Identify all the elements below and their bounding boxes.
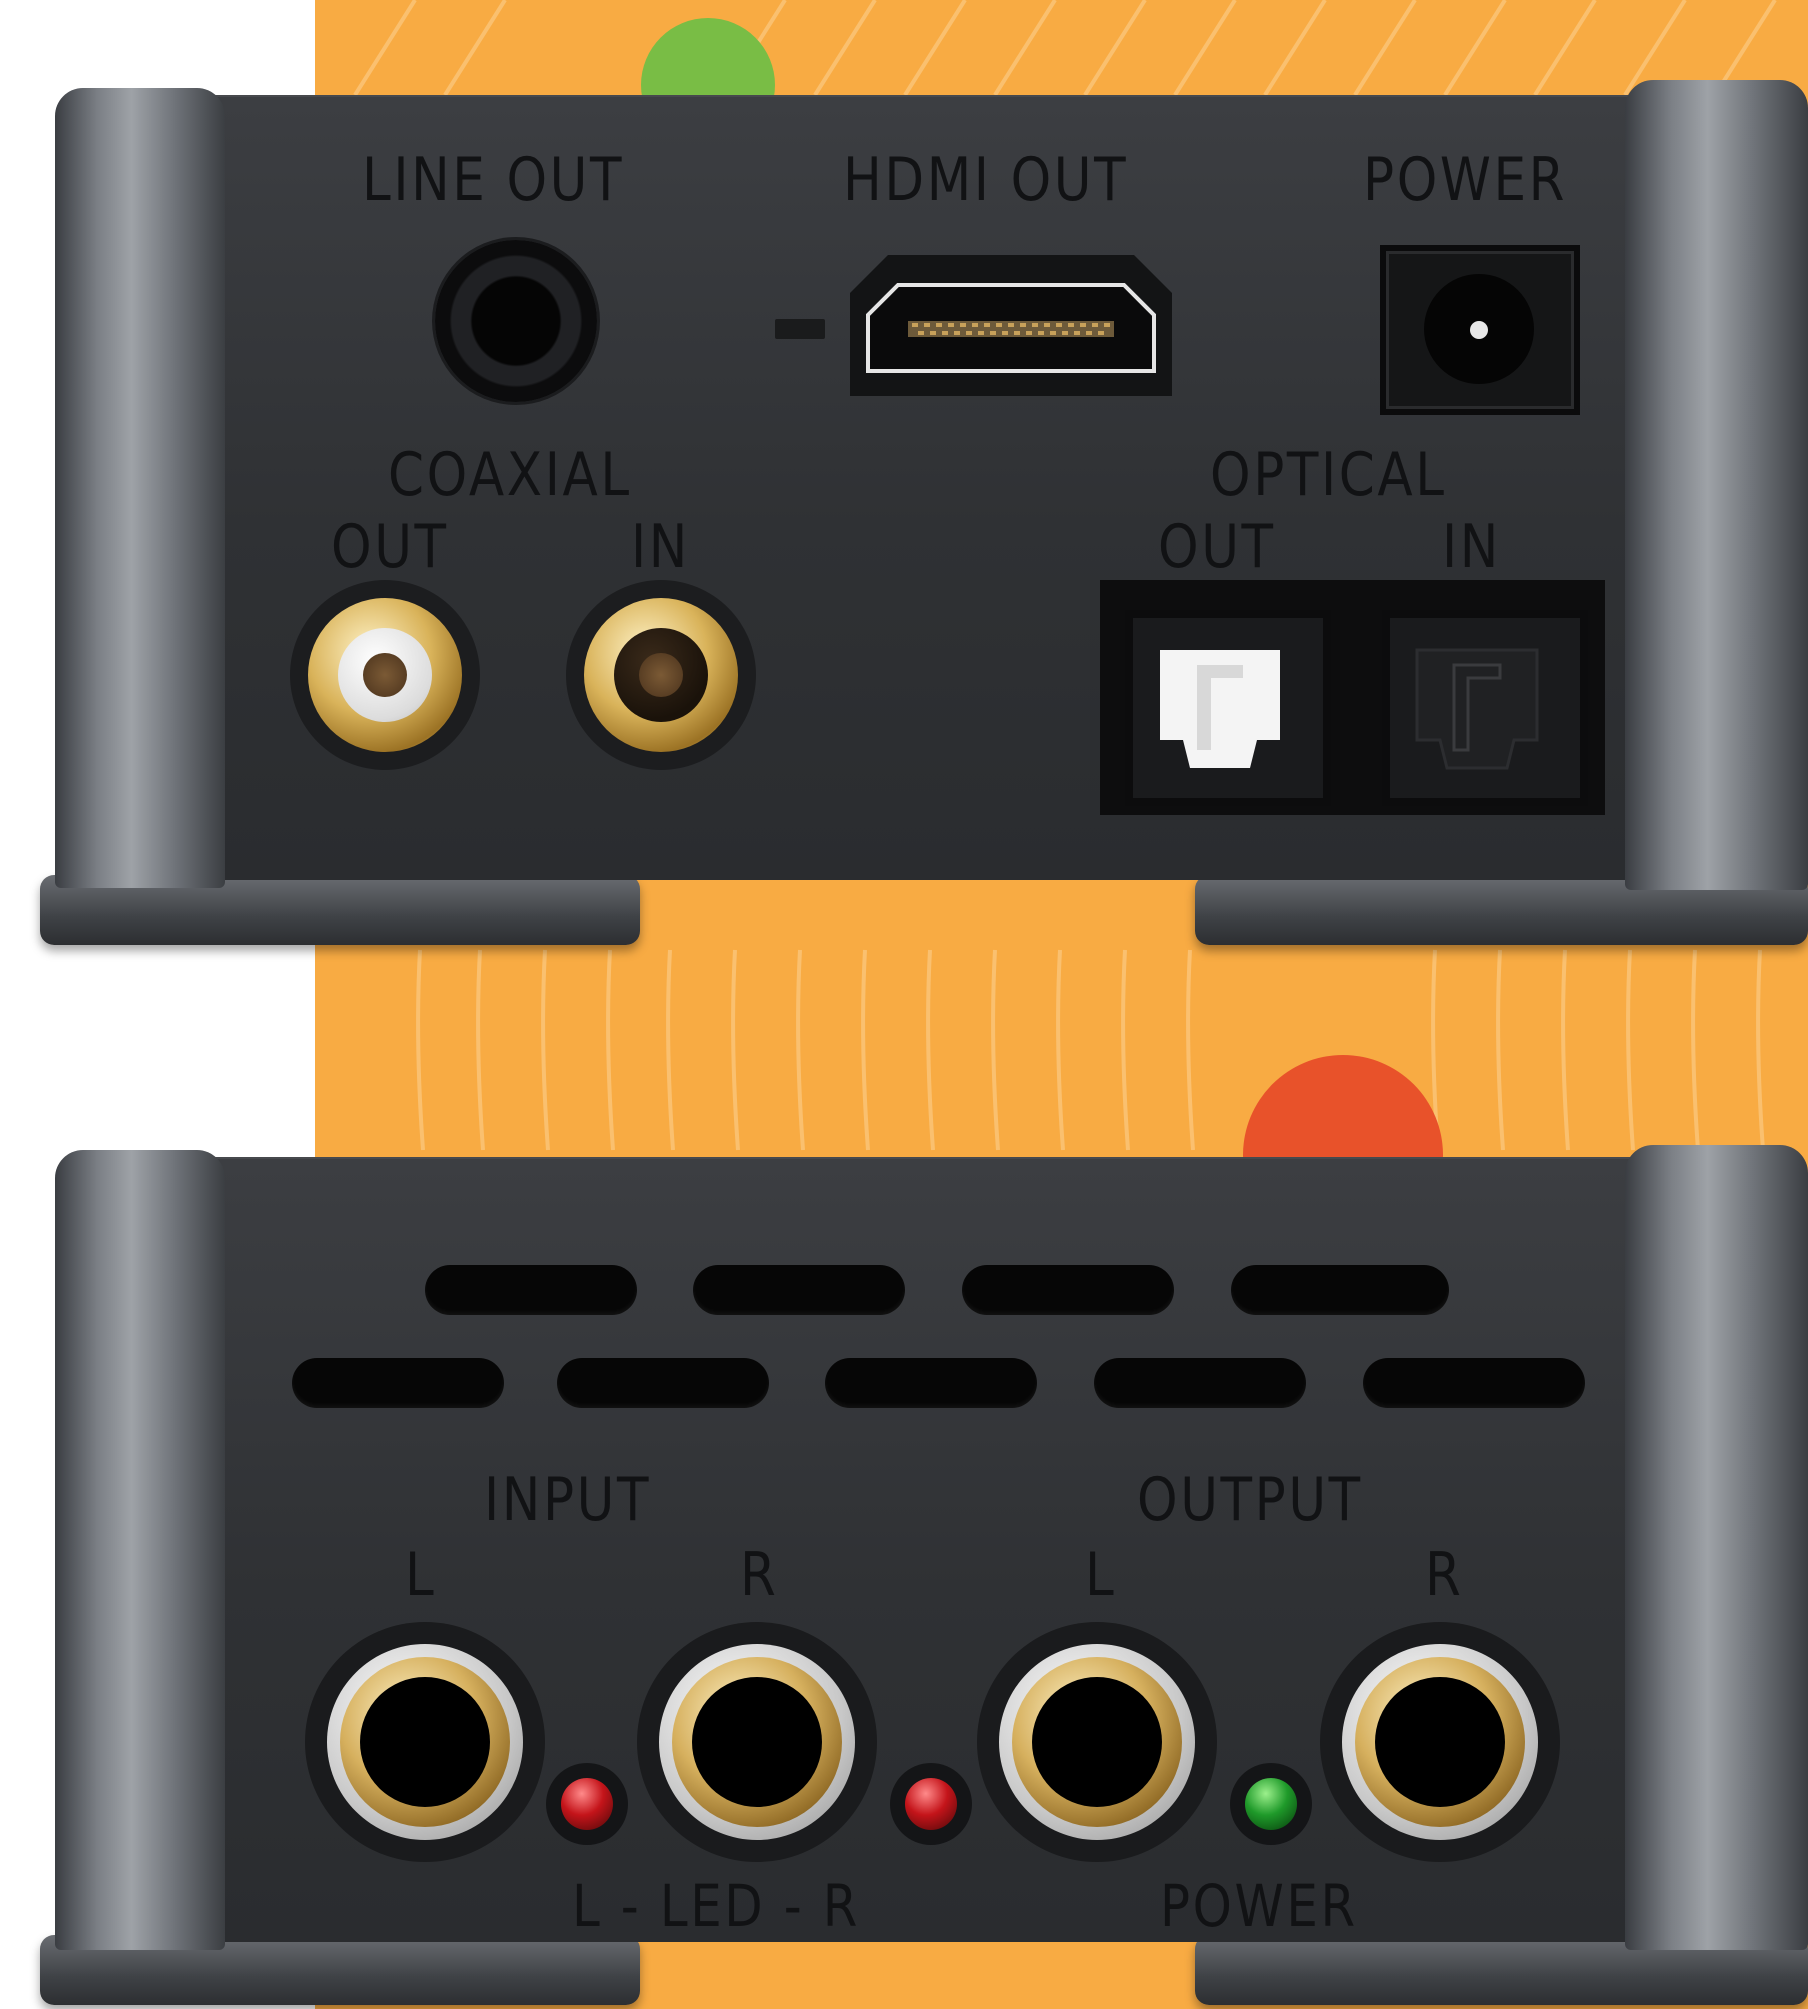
vent-slot xyxy=(292,1358,504,1408)
bottom-device-panel: INPUT OUTPUT L R L R L - LED - R POWER xyxy=(0,1145,1808,2009)
coaxial-out-label: OUT xyxy=(331,512,449,582)
coaxial-in-jack[interactable] xyxy=(566,580,756,770)
dc-center-pin xyxy=(1470,321,1488,339)
optical-in-port[interactable] xyxy=(1382,610,1588,806)
top-device-panel: LINE OUT HDMI OUT POWER COAXIAL OUT IN O… xyxy=(0,80,1808,950)
output-right-label: R xyxy=(1425,1540,1464,1610)
power-label: POWER xyxy=(1363,145,1568,215)
vent-slot xyxy=(1094,1358,1306,1408)
output-left-jack[interactable] xyxy=(977,1622,1217,1862)
power-label: POWER xyxy=(1160,1872,1358,1940)
optical-out-port[interactable] xyxy=(1125,610,1331,806)
jack-opening xyxy=(1032,1677,1162,1807)
vent-slot xyxy=(425,1265,637,1315)
input-right-jack[interactable] xyxy=(637,1622,877,1862)
optical-out-label: OUT xyxy=(1158,512,1276,582)
coaxial-in-label: IN xyxy=(631,512,690,582)
line-out-jack[interactable] xyxy=(435,240,597,402)
left-side-rail xyxy=(55,1150,225,1950)
vent-slot xyxy=(1231,1265,1449,1315)
right-side-rail xyxy=(1625,80,1808,890)
input-label: INPUT xyxy=(484,1465,652,1535)
input-left-label: L xyxy=(405,1540,437,1610)
right-side-rail xyxy=(1625,1145,1808,1950)
center-pin xyxy=(363,653,407,697)
hdmi-out-label: HDMI OUT xyxy=(843,145,1129,215)
power-dc-port[interactable] xyxy=(1380,245,1580,415)
left-side-rail xyxy=(55,88,225,888)
hdmi-out-port[interactable] xyxy=(848,253,1174,398)
input-right-label: R xyxy=(740,1540,779,1610)
jack-opening xyxy=(1375,1677,1505,1807)
vent-slot xyxy=(962,1265,1174,1315)
hdmi-status-indicator xyxy=(775,319,825,339)
vent-slot xyxy=(557,1358,769,1408)
led-label: L - LED - R xyxy=(572,1872,860,1940)
jack-opening xyxy=(692,1677,822,1807)
vent-slot xyxy=(825,1358,1037,1408)
vent-slot xyxy=(1363,1358,1585,1408)
led-bulb xyxy=(1245,1778,1297,1830)
led-left-red xyxy=(546,1763,628,1845)
output-left-label: L xyxy=(1085,1540,1117,1610)
toslink-white-plug-icon xyxy=(1160,650,1280,768)
output-right-jack[interactable] xyxy=(1320,1622,1560,1862)
led-bulb xyxy=(561,1778,613,1830)
jack-opening xyxy=(360,1677,490,1807)
led-bulb xyxy=(905,1778,957,1830)
coaxial-label: COAXIAL xyxy=(388,440,632,510)
hdmi-port-icon xyxy=(850,255,1172,396)
toslink-dark-plug-icon xyxy=(1415,648,1539,770)
coaxial-out-jack[interactable] xyxy=(290,580,480,770)
optical-label: OPTICAL xyxy=(1210,440,1447,510)
optical-in-label: IN xyxy=(1442,512,1501,582)
vent-slot xyxy=(693,1265,905,1315)
center-pin xyxy=(639,653,683,697)
output-label: OUTPUT xyxy=(1137,1465,1363,1535)
led-right-red xyxy=(890,1763,972,1845)
input-left-jack[interactable] xyxy=(305,1622,545,1862)
line-out-label: LINE OUT xyxy=(362,145,625,215)
led-power-green xyxy=(1230,1763,1312,1845)
